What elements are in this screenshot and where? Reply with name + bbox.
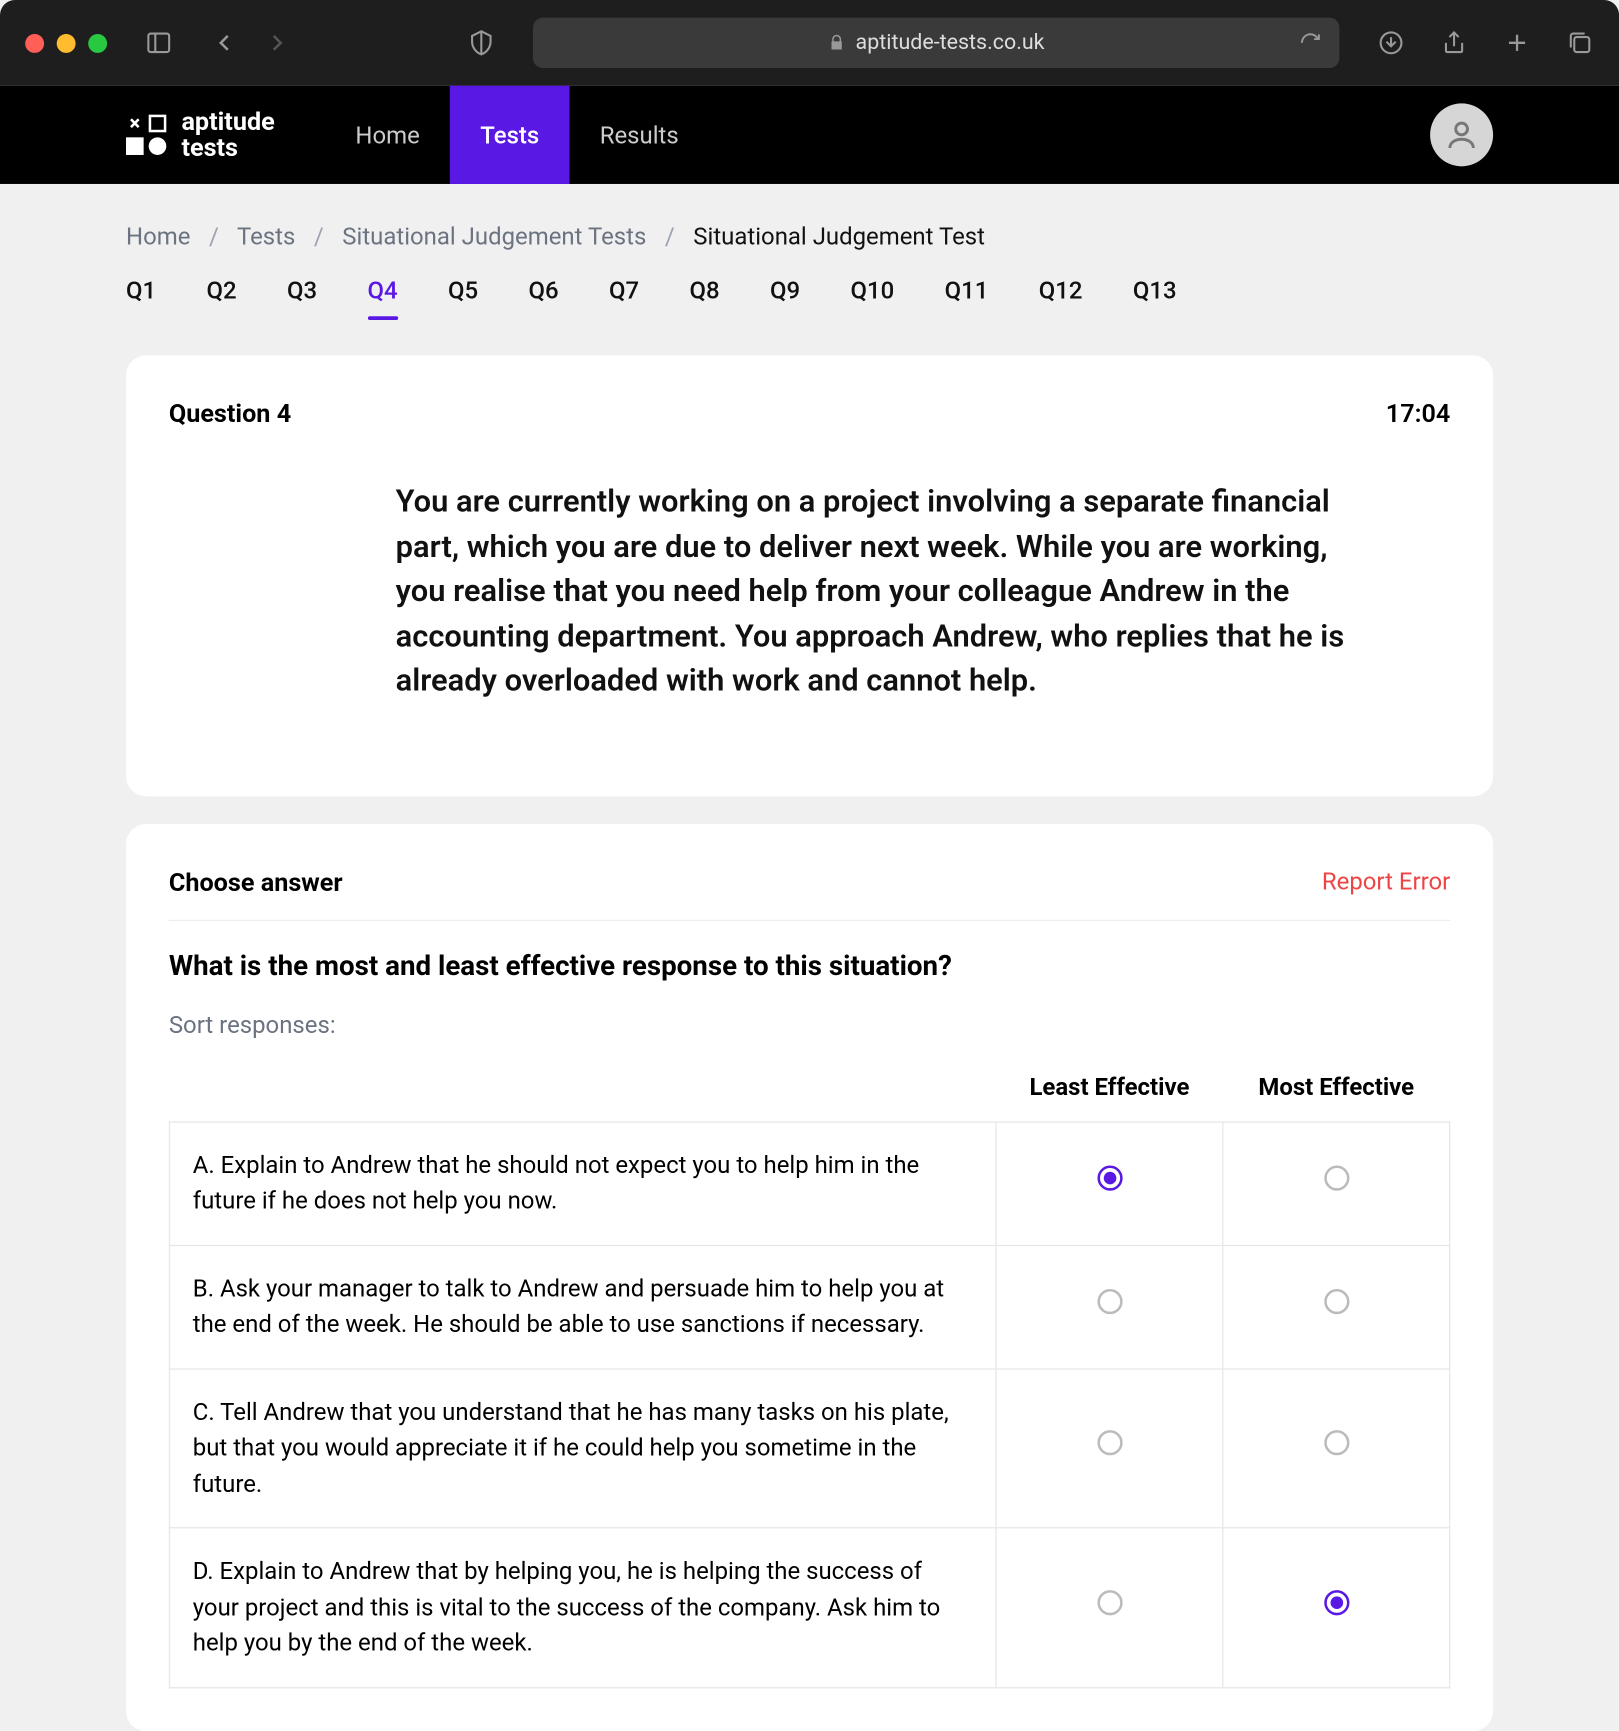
nav-label: Tests: [480, 120, 539, 149]
tabs-overview-icon[interactable]: [1566, 29, 1594, 57]
question-nav-item[interactable]: Q9: [770, 276, 800, 318]
least-effective-radio[interactable]: [1097, 1289, 1122, 1314]
url-bar[interactable]: aptitude-tests.co.uk: [533, 18, 1339, 68]
privacy-shield-icon[interactable]: [467, 29, 495, 57]
close-window-button[interactable]: [25, 33, 44, 52]
nav-tests[interactable]: Tests: [450, 86, 569, 184]
nav-label: Results: [600, 120, 679, 149]
logo-line2: tests: [181, 135, 274, 161]
sort-responses-label: Sort responses:: [169, 1010, 1450, 1039]
answer-text: C. Tell Andrew that you understand that …: [169, 1368, 996, 1527]
main-nav: Home Tests Results: [325, 86, 709, 184]
answer-row: D. Explain to Andrew that by helping you…: [169, 1528, 1449, 1687]
least-effective-radio[interactable]: [1097, 1430, 1122, 1455]
minimize-window-button[interactable]: [57, 33, 76, 52]
question-nav-item[interactable]: Q4: [368, 276, 398, 318]
least-effective-cell: [996, 1368, 1223, 1527]
question-nav: Q1 Q2 Q3 Q4 Q5 Q6 Q7 Q8 Q9 Q10 Q11 Q12 Q13: [126, 276, 1493, 355]
least-effective-cell: [996, 1121, 1223, 1244]
reload-icon[interactable]: [1299, 32, 1322, 55]
least-effective-radio[interactable]: [1097, 1590, 1122, 1615]
logo-icon: ×: [126, 115, 166, 155]
question-nav-item[interactable]: Q3: [287, 276, 317, 318]
most-effective-cell: [1223, 1368, 1450, 1527]
share-icon[interactable]: [1440, 29, 1468, 57]
answer-row: C. Tell Andrew that you understand that …: [169, 1368, 1449, 1527]
question-prompt: You are currently working on a project i…: [396, 479, 1350, 703]
question-nav-item[interactable]: Q12: [1039, 276, 1083, 318]
browser-chrome: aptitude-tests.co.uk: [0, 0, 1619, 86]
question-nav-item[interactable]: Q7: [609, 276, 639, 318]
column-least-effective: Least Effective: [996, 1059, 1223, 1121]
most-effective-cell: [1223, 1528, 1450, 1687]
breadcrumb-sep: /: [665, 222, 675, 251]
most-effective-radio[interactable]: [1324, 1590, 1349, 1615]
lock-icon: [828, 34, 846, 52]
choose-answer-label: Choose answer: [169, 866, 343, 896]
least-effective-cell: [996, 1245, 1223, 1368]
new-tab-icon[interactable]: [1503, 29, 1531, 57]
forward-icon[interactable]: [263, 29, 291, 57]
logo[interactable]: × aptitude tests: [126, 108, 275, 161]
breadcrumb-item[interactable]: Situational Judgement Tests: [342, 222, 646, 251]
most-effective-cell: [1223, 1245, 1450, 1368]
site-header: × aptitude tests Home Tests Results: [0, 86, 1619, 184]
nav-results[interactable]: Results: [569, 86, 709, 184]
question-nav-item[interactable]: Q2: [207, 276, 237, 318]
most-effective-cell: [1223, 1121, 1450, 1244]
window-controls: [25, 33, 107, 52]
question-nav-item[interactable]: Q8: [690, 276, 720, 318]
question-nav-item[interactable]: Q5: [448, 276, 478, 318]
most-effective-radio[interactable]: [1324, 1289, 1349, 1314]
timer: 17:04: [1386, 398, 1450, 428]
sidebar-toggle-icon[interactable]: [145, 29, 173, 57]
maximize-window-button[interactable]: [88, 33, 107, 52]
report-error-link[interactable]: Report Error: [1322, 867, 1450, 896]
question-nav-item[interactable]: Q6: [529, 276, 559, 318]
user-icon: [1444, 117, 1479, 152]
breadcrumb: Home / Tests / Situational Judgement Tes…: [126, 184, 1493, 276]
breadcrumb-sep: /: [209, 222, 219, 251]
nav-label: Home: [355, 120, 419, 149]
question-nav-item[interactable]: Q10: [851, 276, 895, 318]
logo-text: aptitude tests: [181, 108, 274, 161]
url-text: aptitude-tests.co.uk: [856, 30, 1045, 55]
answer-row: B. Ask your manager to talk to Andrew an…: [169, 1245, 1449, 1368]
breadcrumb-item[interactable]: Tests: [237, 222, 295, 251]
back-icon[interactable]: [210, 29, 238, 57]
answer-row: A. Explain to Andrew that he should not …: [169, 1121, 1449, 1244]
answer-instruction: What is the most and least effective res…: [169, 951, 1450, 983]
least-effective-cell: [996, 1528, 1223, 1687]
question-nav-item[interactable]: Q1: [126, 276, 156, 318]
question-number: Question 4: [169, 398, 291, 428]
logo-line1: aptitude: [181, 108, 274, 134]
answer-text: B. Ask your manager to talk to Andrew an…: [169, 1245, 996, 1368]
most-effective-radio[interactable]: [1324, 1430, 1349, 1455]
breadcrumb-item[interactable]: Home: [126, 222, 190, 251]
least-effective-radio[interactable]: [1097, 1165, 1122, 1190]
nav-home[interactable]: Home: [325, 86, 450, 184]
breadcrumb-sep: /: [314, 222, 324, 251]
downloads-icon[interactable]: [1377, 29, 1405, 57]
question-card: Question 4 17:04 You are currently worki…: [126, 355, 1493, 795]
breadcrumb-current: Situational Judgement Test: [693, 222, 985, 251]
avatar[interactable]: [1430, 103, 1493, 166]
answer-card: Choose answer Report Error What is the m…: [126, 824, 1493, 1731]
most-effective-radio[interactable]: [1324, 1165, 1349, 1190]
nav-arrows: [210, 29, 291, 57]
answer-text: A. Explain to Andrew that he should not …: [169, 1121, 996, 1244]
question-nav-item[interactable]: Q13: [1133, 276, 1177, 318]
column-most-effective: Most Effective: [1223, 1059, 1450, 1121]
answer-text: D. Explain to Andrew that by helping you…: [169, 1528, 996, 1687]
answer-table: Least Effective Most Effective A. Explai…: [169, 1059, 1450, 1688]
question-nav-item[interactable]: Q11: [945, 276, 989, 318]
